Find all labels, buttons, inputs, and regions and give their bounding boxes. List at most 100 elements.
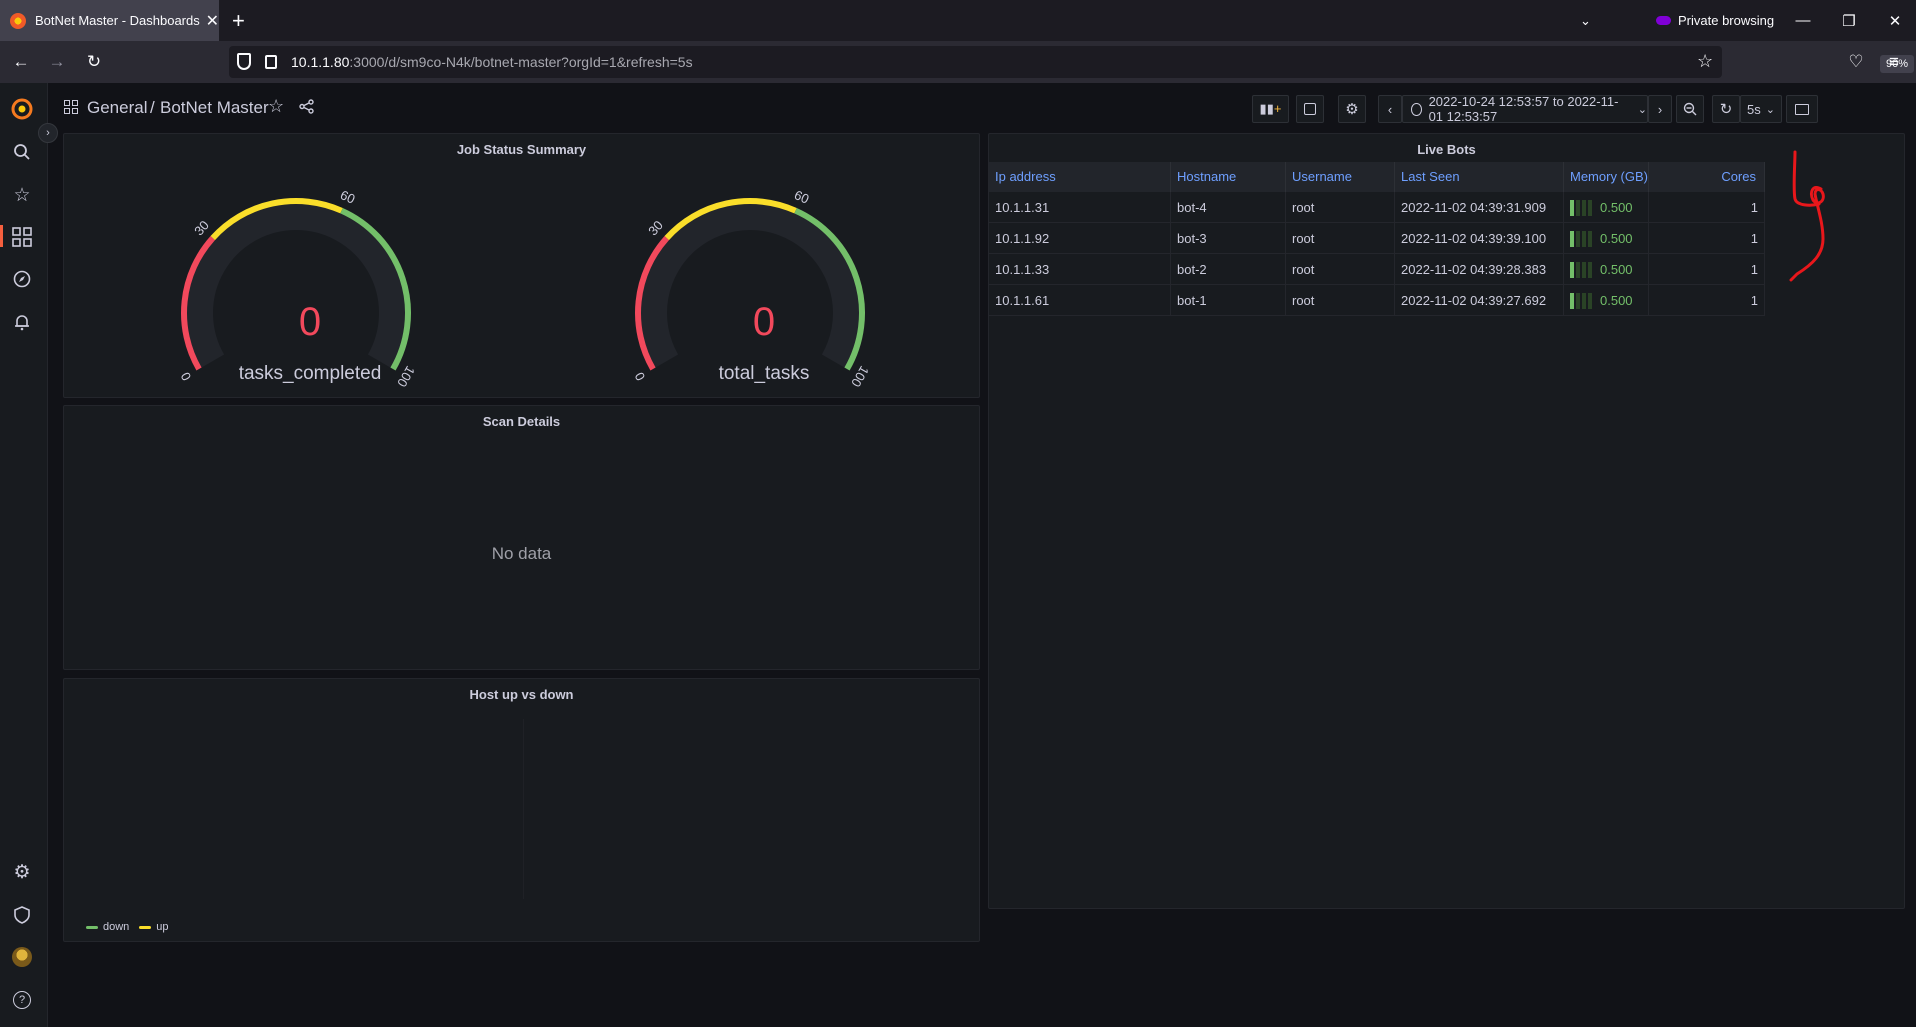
gauge-value-tasks-completed: 0 <box>298 300 322 344</box>
dashboards-icon[interactable] <box>10 225 34 249</box>
memory-gauge-bar <box>1570 199 1592 216</box>
column-header-ip[interactable]: Ip address <box>989 162 1171 192</box>
column-header-username[interactable]: Username <box>1286 162 1395 192</box>
table-row[interactable]: 10.1.1.61 bot-1 root 2022-11-02 04:39:27.69… <box>989 285 1765 316</box>
chevron-left-icon: ‹ <box>1387 101 1393 117</box>
column-header-memory[interactable]: Memory (GB) <box>1564 162 1649 192</box>
bookmark-star-icon[interactable]: ☆ <box>1697 51 1713 72</box>
active-indicator <box>0 225 3 247</box>
chart-legend: down up <box>86 921 169 933</box>
red-handwritten-annotation <box>1789 150 1825 282</box>
explore-compass-icon[interactable] <box>10 267 34 291</box>
zoom-out-time-range-button[interactable] <box>1676 95 1704 123</box>
column-header-hostname[interactable]: Hostname <box>1171 162 1286 192</box>
shield-icon[interactable] <box>237 53 251 70</box>
url-host: 10.1.1.80 <box>291 54 350 70</box>
user-avatar[interactable] <box>10 945 34 969</box>
dashboard-settings-button[interactable]: ⚙ <box>1338 95 1366 123</box>
chevron-down-icon: ⌄ <box>1765 103 1775 116</box>
breadcrumb-folder[interactable]: General <box>87 98 147 118</box>
list-all-tabs-icon[interactable]: ⌄ <box>1580 0 1591 41</box>
cell-memory: 0.500 <box>1564 223 1649 254</box>
private-browsing-label: Private browsing <box>1678 13 1775 28</box>
job-status-summary-panel: Job Status Summary 0 30 60 100 0 30 60 100 0 ta… <box>63 133 980 398</box>
mark-favorite-star-icon[interactable]: ☆ <box>268 96 284 117</box>
search-icon[interactable] <box>10 140 34 164</box>
private-mask-icon <box>1656 16 1671 25</box>
panel-title: Scan Details <box>482 414 561 429</box>
insecure-lock-icon[interactable] <box>265 55 277 69</box>
breadcrumb-separator: / <box>150 98 155 117</box>
column-header-last-seen[interactable]: Last Seen <box>1395 162 1564 192</box>
cell-cores: 1 <box>1649 254 1765 285</box>
cell-last-seen: 2022-11-02 04:39:31.909 <box>1395 192 1564 223</box>
panel-title: Host up vs down <box>469 687 574 702</box>
gauges-canvas: 03060100 03060100 <box>178 187 872 390</box>
minimize-window-button[interactable]: — <box>1780 0 1826 41</box>
pocket-icon[interactable]: ♡ <box>1844 50 1868 74</box>
cell-last-seen: 2022-11-02 04:39:28.383 <box>1395 254 1564 285</box>
browser-tab-bar: BotNet Master - Dashboards - G ✕ + ⌄ Pri… <box>0 0 1916 41</box>
grafana-sidebar: › ☆ ⚙ ? <box>0 83 58 1027</box>
cell-ip: 10.1.1.33 <box>989 254 1171 285</box>
cycle-view-mode-button[interactable] <box>1786 95 1818 123</box>
new-tab-button[interactable]: + <box>232 8 245 34</box>
url-text[interactable]: 10.1.1.80:3000/d/sm9co-N4k/botnet-master… <box>291 54 693 70</box>
memory-value: 0.500 <box>1600 262 1633 277</box>
panel-title: Live Bots <box>1417 142 1476 157</box>
cell-ip: 10.1.1.31 <box>989 192 1171 223</box>
table-row[interactable]: 10.1.1.92 bot-3 root 2022-11-02 04:39:39.10… <box>989 223 1765 254</box>
cell-memory: 0.500 <box>1564 285 1649 316</box>
cell-hostname: bot-2 <box>1171 254 1286 285</box>
column-header-cores[interactable]: Cores <box>1649 162 1765 192</box>
page-title[interactable]: BotNet Master <box>160 98 269 118</box>
back-icon[interactable]: ← <box>9 50 33 74</box>
starred-icon[interactable]: ☆ <box>10 183 34 207</box>
legend-swatch-down <box>86 925 98 929</box>
time-range-back-button[interactable]: ‹ <box>1378 95 1402 123</box>
table-row[interactable]: 10.1.1.33 bot-2 root 2022-11-02 04:39:28.38… <box>989 254 1765 285</box>
restore-window-button[interactable]: ❐ <box>1826 0 1872 41</box>
legend-label-up[interactable]: up <box>156 921 168 933</box>
server-admin-shield-icon[interactable] <box>10 903 34 927</box>
app-menu-icon[interactable]: ≡ <box>1882 50 1906 74</box>
time-range-picker[interactable]: 2022-10-24 12:53:57 to 2022-11-01 12:53:… <box>1402 94 1648 124</box>
dashboard-header: General / BotNet Master ☆ ▮▮+ ⚙ ‹ 2022-1… <box>48 83 1916 131</box>
chevron-down-icon: ⌄ <box>1637 103 1647 116</box>
cell-ip: 10.1.1.61 <box>989 285 1171 316</box>
configuration-gear-icon[interactable]: ⚙ <box>10 860 34 884</box>
forward-icon[interactable]: → <box>45 50 69 74</box>
gauge-name-total-tasks: total_tasks <box>718 363 810 384</box>
grafana-logo-icon[interactable] <box>10 97 34 121</box>
add-panel-button[interactable]: ▮▮+ <box>1252 95 1289 123</box>
gauge-tick-label: 0 <box>632 370 649 384</box>
cell-cores: 1 <box>1649 192 1765 223</box>
share-dashboard-icon[interactable] <box>299 99 314 119</box>
cell-hostname: bot-1 <box>1171 285 1286 316</box>
gauge-tick-label: 60 <box>792 187 811 207</box>
cell-username: root <box>1286 285 1395 316</box>
time-range-forward-button[interactable]: › <box>1648 95 1672 123</box>
legend-swatch-up <box>139 925 152 929</box>
reload-icon[interactable]: ↻ <box>82 50 106 74</box>
alerting-bell-icon[interactable] <box>10 310 34 334</box>
cell-last-seen: 2022-11-02 04:39:27.692 <box>1395 285 1564 316</box>
browser-tab[interactable]: BotNet Master - Dashboards - G ✕ <box>0 0 219 41</box>
refresh-dashboard-button[interactable]: ↻ <box>1712 95 1740 123</box>
legend-label-down[interactable]: down <box>103 921 129 933</box>
live-bots-panel: Live Bots Ip address Hostname Username L… <box>988 133 1905 909</box>
dashboard-grid-icon <box>64 100 78 119</box>
url-bar[interactable]: 10.1.1.80:3000/d/sm9co-N4k/botnet-master… <box>229 46 1915 78</box>
close-tab-icon[interactable]: ✕ <box>206 11 219 31</box>
cell-cores: 1 <box>1649 285 1765 316</box>
cell-memory: 0.500 <box>1564 254 1649 285</box>
time-range-label: 2022-10-24 12:53:57 to 2022-11-01 12:53:… <box>1428 94 1619 124</box>
refresh-interval-picker[interactable]: 5s ⌄ <box>1740 95 1782 123</box>
url-path: :3000/d/sm9co-N4k/botnet-master?orgId=1&… <box>349 54 693 70</box>
gauge-tick-label: 0 <box>178 370 195 384</box>
save-dashboard-button[interactable] <box>1296 95 1324 123</box>
table-row[interactable]: 10.1.1.31 bot-4 root 2022-11-02 04:39:31.90… <box>989 192 1765 223</box>
help-icon[interactable]: ? <box>10 988 34 1012</box>
chevron-right-icon: › <box>1657 101 1663 117</box>
close-window-button[interactable]: ✕ <box>1872 0 1916 41</box>
